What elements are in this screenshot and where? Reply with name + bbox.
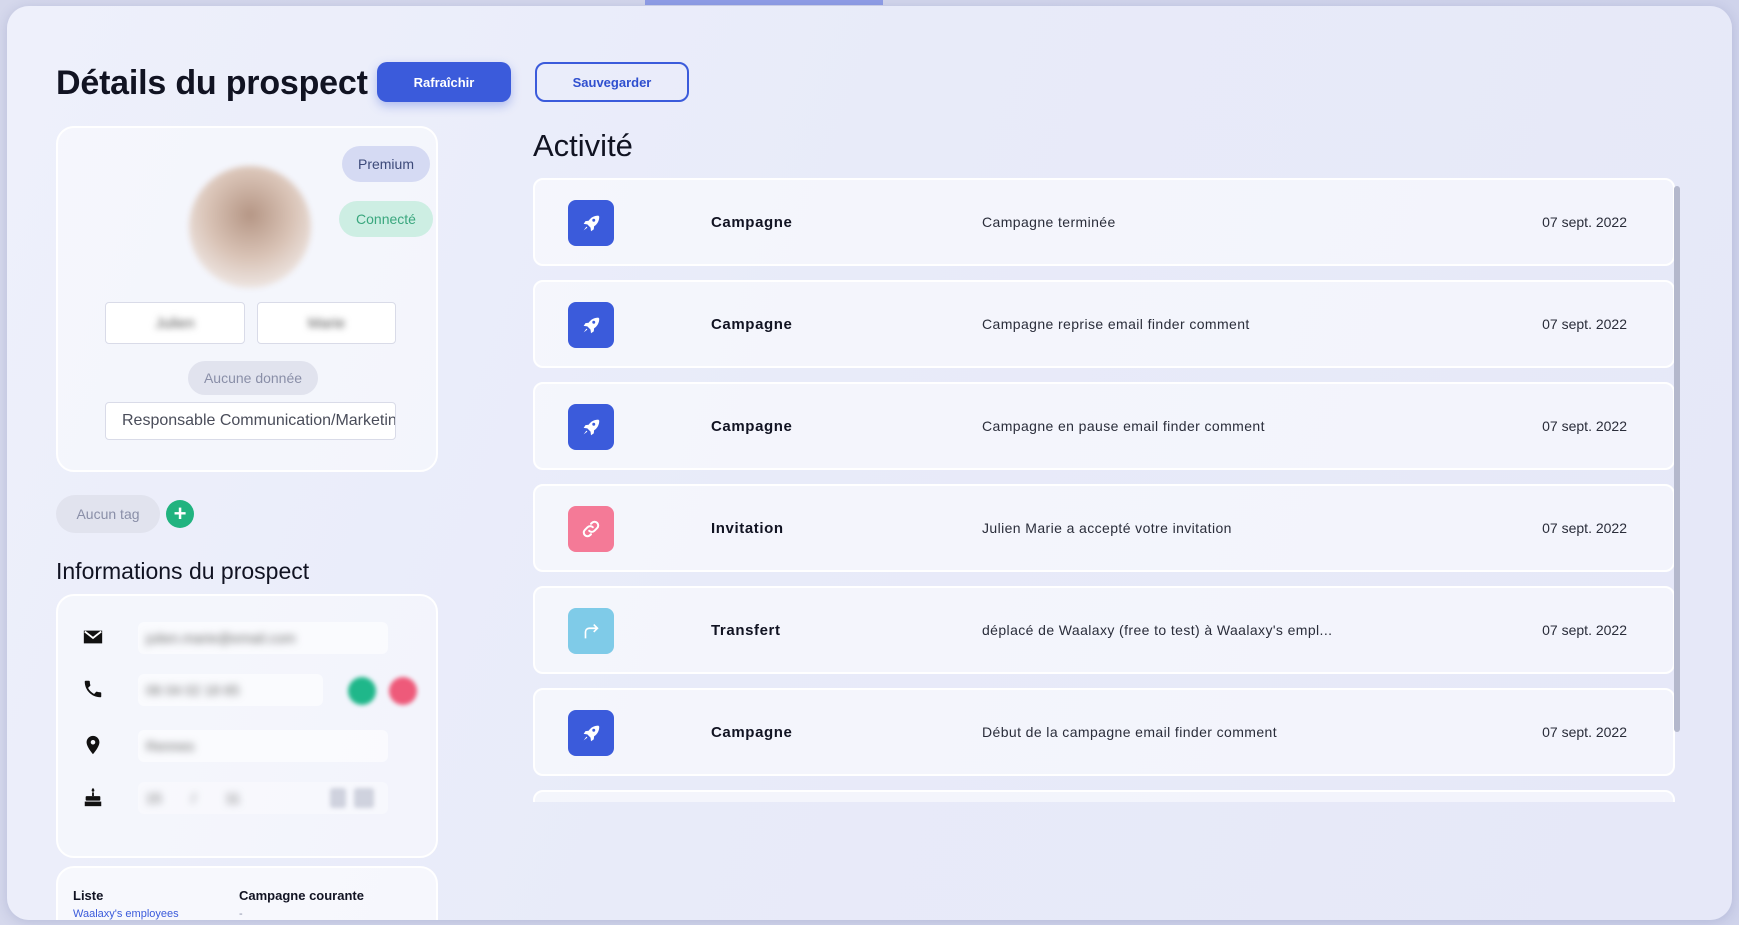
location-row: Rennes — [58, 724, 436, 764]
activity-type: Campagne — [711, 418, 793, 435]
activity-description: Campagne en pause email finder comment — [982, 418, 1265, 434]
calendar-icon[interactable] — [354, 788, 374, 808]
location-field[interactable]: Rennes — [138, 730, 388, 762]
activity-row[interactable]: Transfert déplacé de Waalaxy (free to tes… — [533, 586, 1675, 674]
rocket-icon — [568, 710, 614, 756]
birthday-field[interactable]: 15 / 11 — [138, 782, 388, 814]
last-name-field[interactable]: Marie — [257, 302, 396, 344]
avatar — [189, 166, 311, 288]
activity-description: Campagne reprise email finder comment — [982, 316, 1250, 332]
refresh-button[interactable]: Rafraîchir — [377, 62, 511, 102]
activity-date: 07 sept. 2022 — [1542, 214, 1627, 230]
activity-date: 07 sept. 2022 — [1542, 316, 1627, 332]
rocket-icon — [568, 404, 614, 450]
save-button[interactable]: Sauvegarder — [535, 62, 689, 102]
prospect-details-modal: Détails du prospect Rafraîchir Sauvegard… — [7, 6, 1732, 920]
prospect-info-card: julien.marie@email.com 06 04 02 18 65 Re… — [56, 594, 438, 858]
first-name-field[interactable]: Julien — [105, 302, 245, 344]
birthday-clear-icon[interactable] — [330, 788, 346, 808]
activity-row[interactable]: Campagne Campagne terminée 07 sept. 2022 — [533, 178, 1675, 266]
activity-type: Invitation — [711, 520, 784, 537]
activity-row[interactable]: Campagne Campagne reprise email finder co… — [533, 280, 1675, 368]
tags-empty-label: Aucun tag — [56, 495, 160, 533]
activity-row[interactable]: Campagne Début de la campagne email finde… — [533, 688, 1675, 776]
list-link[interactable]: Waalaxy's employees — [73, 908, 179, 920]
job-title-field[interactable]: Responsable Communication/Marketing — [105, 402, 396, 440]
birthday-month: 11 — [225, 790, 241, 806]
current-campaign-value: - — [239, 908, 243, 920]
email-row: julien.marie@email.com — [58, 616, 436, 656]
activity-type: Campagne — [711, 724, 793, 741]
phone-row: 06 04 02 18 65 — [58, 668, 436, 708]
company-field[interactable]: Aucune donnée — [188, 361, 318, 395]
activity-date: 07 sept. 2022 — [1542, 724, 1627, 740]
birthday-row: 15 / 11 — [58, 776, 436, 816]
background-tab-strip — [645, 0, 883, 5]
activity-type: Campagne — [711, 316, 793, 333]
current-campaign-label: Campagne courante — [239, 888, 364, 903]
phone-field[interactable]: 06 04 02 18 65 — [138, 674, 323, 706]
rocket-icon — [568, 302, 614, 348]
hangup-action-icon[interactable] — [389, 677, 417, 705]
activity-description: Campagne terminée — [982, 214, 1116, 230]
activity-date: 07 sept. 2022 — [1542, 418, 1627, 434]
activity-heading: Activité — [533, 128, 633, 163]
phone-value: 06 04 02 18 65 — [146, 682, 240, 698]
birthday-separator: / — [191, 790, 196, 806]
connected-badge: Connecté — [339, 201, 433, 237]
activity-description: Julien Marie a accepté votre invitation — [982, 520, 1232, 536]
activity-description: déplacé de Waalaxy (free to test) à Waal… — [982, 622, 1333, 638]
page-title: Détails du prospect — [56, 64, 368, 102]
location-value: Rennes — [146, 738, 195, 754]
activity-date: 07 sept. 2022 — [1542, 622, 1627, 638]
add-tag-button[interactable]: + — [166, 500, 194, 528]
prospect-info-heading: Informations du prospect — [56, 558, 310, 584]
link-icon — [568, 506, 614, 552]
list-campaign-card: Liste Waalaxy's employees Campagne coura… — [56, 866, 438, 920]
activity-scrollbar[interactable] — [1674, 186, 1680, 732]
activity-row[interactable]: Campagne Campagne en pause email finder c… — [533, 382, 1675, 470]
profile-card: Premium Connecté Julien Marie Aucune don… — [56, 126, 438, 472]
activity-date: 07 sept. 2022 — [1542, 520, 1627, 536]
email-field[interactable]: julien.marie@email.com — [138, 622, 388, 654]
cake-icon — [84, 787, 102, 807]
call-action-icon[interactable] — [348, 677, 376, 705]
email-value: julien.marie@email.com — [146, 630, 296, 646]
birthday-day: 15 — [146, 790, 162, 806]
activity-list: Campagne Campagne terminée 07 sept. 2022 Ca… — [533, 178, 1681, 802]
activity-description: Début de la campagne email finder commen… — [982, 724, 1277, 740]
forward-arrow-icon — [568, 608, 614, 654]
activity-type: Transfert — [711, 622, 781, 639]
phone-icon — [84, 680, 102, 698]
activity-row[interactable]: Invitation Julien Marie a accepté votre i… — [533, 484, 1675, 572]
last-name-value: Marie — [307, 314, 346, 332]
premium-badge: Premium — [342, 146, 430, 182]
activity-row-partial[interactable] — [533, 790, 1675, 802]
map-pin-icon — [86, 735, 100, 755]
activity-type: Campagne — [711, 214, 793, 231]
list-label: Liste — [73, 888, 104, 903]
envelope-icon — [83, 630, 103, 644]
first-name-value: Julien — [155, 314, 195, 332]
rocket-icon — [568, 200, 614, 246]
